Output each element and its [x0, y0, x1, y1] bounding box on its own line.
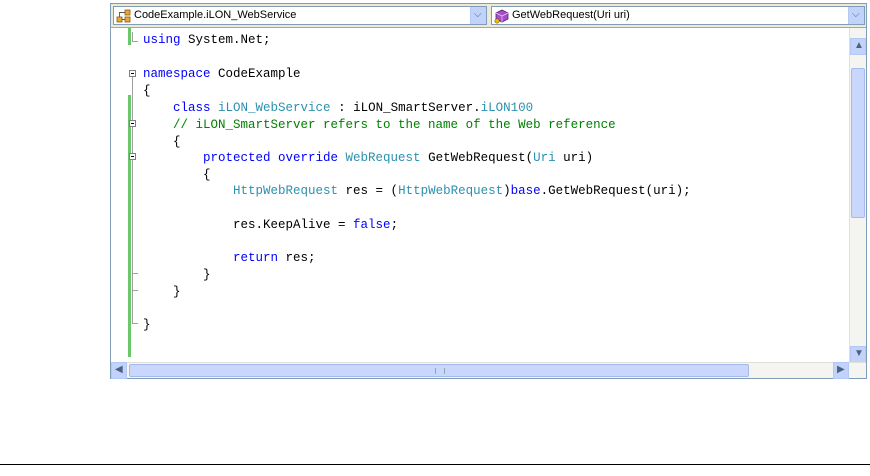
code-line: { [143, 84, 151, 98]
code-line: } [173, 285, 181, 299]
code-line: class iLON_WebService : iLON_SmartServer… [173, 101, 534, 115]
code-line: } [203, 268, 211, 282]
member-dropdown-button[interactable]: ⌵ [848, 7, 864, 24]
code-line: { [203, 168, 211, 182]
code-line: // iLON_SmartServer refers to the name o… [173, 118, 616, 132]
code-line: protected override WebRequest GetWebRequ… [203, 151, 594, 165]
code-text-area[interactable]: using System.Net; namespace CodeExample … [131, 28, 851, 365]
editor-margin [111, 28, 128, 365]
method-icon [494, 9, 509, 24]
chevron-down-icon: ▼ [854, 348, 864, 359]
code-line: } [143, 318, 151, 332]
code-line: { [173, 135, 181, 149]
page-divider [0, 464, 870, 465]
type-dropdown-button[interactable]: ⌵ [470, 7, 486, 24]
scroll-right-button[interactable]: ▶ [833, 362, 849, 379]
vertical-scroll-thumb[interactable] [851, 68, 865, 218]
class-icon [116, 9, 131, 23]
code-line: HttpWebRequest res = (HttpWebRequest)bas… [233, 184, 691, 198]
navigation-bar: CodeExample.iLON_WebService ⌵ GetWebRequ… [111, 4, 866, 28]
type-dropdown-label: CodeExample.iLON_WebService [134, 9, 297, 21]
code-line: using System.Net; [143, 33, 271, 47]
scroll-up-button[interactable]: ▲ [850, 38, 866, 55]
member-dropdown[interactable]: GetWebRequest(Uri uri) ⌵ [491, 6, 865, 25]
grip-icon [435, 368, 445, 374]
chevron-down-icon: ⌵ [474, 9, 482, 20]
vertical-scrollbar[interactable]: ▲ ▼ [849, 28, 866, 365]
type-dropdown[interactable]: CodeExample.iLON_WebService ⌵ [113, 6, 487, 25]
member-dropdown-label: GetWebRequest(Uri uri) [512, 9, 630, 21]
code-line: return res; [233, 251, 316, 265]
chevron-left-icon: ◀ [115, 364, 123, 375]
code-line: res.KeepAlive = false; [233, 218, 399, 232]
code-editor[interactable]: CodeExample.iLON_WebService ⌵ GetWebRequ… [110, 3, 867, 379]
horizontal-scrollbar[interactable]: ◀ ▶ [111, 362, 866, 379]
chevron-right-icon: ▶ [837, 364, 845, 375]
scroll-left-button[interactable]: ◀ [111, 362, 127, 379]
scroll-down-button[interactable]: ▼ [850, 346, 866, 363]
chevron-up-icon: ▲ [854, 40, 864, 51]
horizontal-scroll-thumb[interactable] [129, 364, 749, 377]
chevron-down-icon: ⌵ [852, 9, 860, 20]
code-line: namespace CodeExample [143, 67, 301, 81]
